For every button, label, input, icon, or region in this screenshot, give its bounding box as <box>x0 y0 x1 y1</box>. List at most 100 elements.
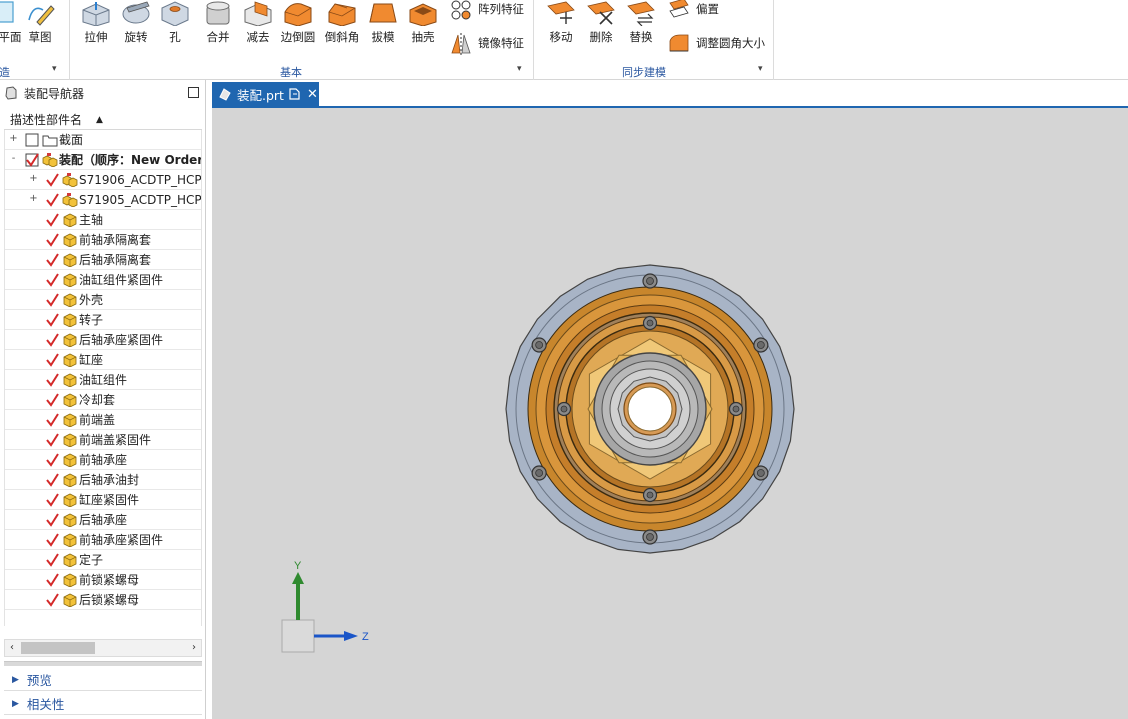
tree-node[interactable]: - 装配（顺序：New Order <box>5 150 201 170</box>
part-icon <box>63 593 77 607</box>
checkbox-checked-icon[interactable] <box>45 533 59 547</box>
checkbox-checked-icon[interactable] <box>45 253 59 267</box>
checkbox-checked-icon[interactable] <box>45 273 59 287</box>
chamfer-button[interactable]: 倒斜角 <box>322 0 362 62</box>
checkbox-checked-icon[interactable] <box>45 453 59 467</box>
horizontal-scrollbar[interactable]: ‹ › <box>4 639 202 657</box>
pattern-feature-button[interactable]: 阵列特征 <box>448 0 524 22</box>
checkbox-checked-icon[interactable] <box>25 153 39 167</box>
edge-blend-button[interactable]: 边倒圆 <box>278 0 318 62</box>
tree-node[interactable]: + S71906_ACDTP_HCP4I <box>5 170 201 190</box>
tree-node[interactable]: 定子 <box>5 550 201 570</box>
resize-blend-icon <box>669 34 689 52</box>
tree-node[interactable]: 前轴承隔离套 <box>5 230 201 250</box>
expand-node-icon[interactable]: + <box>29 174 38 184</box>
offset-button[interactable]: 偏置 <box>666 0 719 22</box>
checkbox-checked-icon[interactable] <box>45 593 59 607</box>
document-tab[interactable]: 装配.prt ✕ <box>212 82 319 106</box>
offset-label: 偏置 <box>696 2 719 16</box>
graphics-viewport[interactable]: Y Z <box>212 106 1128 719</box>
hole-button[interactable]: 孔 <box>155 0 195 62</box>
scrollbar-thumb[interactable] <box>21 642 95 654</box>
checkbox-checked-icon[interactable] <box>45 513 59 527</box>
triad-y-label: Y <box>294 560 302 572</box>
tree-node[interactable]: 后轴承座紧固件 <box>5 330 201 350</box>
part-icon <box>63 333 77 347</box>
checkbox-checked-icon[interactable] <box>45 353 59 367</box>
revolve-icon <box>122 1 150 24</box>
checkbox-checked-icon[interactable] <box>45 473 59 487</box>
tree-node-label: 前锁紧螺母 <box>79 573 140 587</box>
tree-node[interactable]: 主轴 <box>5 210 201 230</box>
tree-node[interactable]: 后轴承座 <box>5 510 201 530</box>
expand-node-icon[interactable]: + <box>29 194 38 204</box>
checkbox-unchecked-icon[interactable] <box>25 133 39 147</box>
section-dependencies[interactable]: ▶ 相关性 <box>4 693 202 715</box>
tree-node-label: S71906_ACDTP_HCP4I <box>79 172 202 187</box>
tree-node[interactable]: 前端盖 <box>5 410 201 430</box>
tree-node[interactable]: 后轴承油封 <box>5 470 201 490</box>
close-icon[interactable]: ✕ <box>307 87 318 102</box>
checkbox-checked-icon[interactable] <box>45 333 59 347</box>
expand-node-icon[interactable]: + <box>9 134 18 144</box>
scroll-left-icon[interactable]: ‹ <box>5 640 19 656</box>
chevron-down-icon[interactable]: ▾ <box>758 64 763 74</box>
column-header-description[interactable]: 描述性部件名 ▲ <box>4 110 202 130</box>
checkbox-checked-icon[interactable] <box>45 313 59 327</box>
subtract-icon <box>244 1 272 26</box>
checkbox-checked-icon[interactable] <box>45 233 59 247</box>
shell-icon <box>409 3 437 26</box>
checkbox-checked-icon[interactable] <box>45 393 59 407</box>
checkbox-checked-icon[interactable] <box>45 373 59 387</box>
chevron-down-icon[interactable]: ▾ <box>517 64 522 74</box>
mirror-feature-icon <box>451 33 471 55</box>
checkbox-checked-icon[interactable] <box>45 493 59 507</box>
ribbon-group-construct-title: 构造 <box>0 66 10 79</box>
sketch-button[interactable]: 草图 <box>20 0 60 62</box>
ribbon-group-basic: 拉伸 旋转 孔 合并 减去 边倒圆 倒斜角 拔模 抽壳 阵列特征 镜像特征 基本… <box>70 0 534 80</box>
scroll-right-icon[interactable]: › <box>187 640 201 656</box>
chevron-down-icon[interactable]: ▾ <box>52 64 57 74</box>
tree-node[interactable]: + 截面 <box>5 130 201 150</box>
checkbox-checked-icon[interactable] <box>45 193 59 207</box>
checkbox-checked-icon[interactable] <box>45 553 59 567</box>
tree-node[interactable]: 油缸组件紧固件 <box>5 270 201 290</box>
section-preview[interactable]: ▶ 预览 <box>4 669 202 691</box>
tree-node[interactable]: 缸座紧固件 <box>5 490 201 510</box>
folder-icon <box>42 135 58 147</box>
tree-node[interactable]: + S71905_ACDTP_HCP4I <box>5 190 201 210</box>
tree-node[interactable]: 油缸组件 <box>5 370 201 390</box>
part-icon <box>63 413 77 427</box>
panel-splitter[interactable] <box>4 661 202 666</box>
checkbox-checked-icon[interactable] <box>45 433 59 447</box>
checkbox-checked-icon[interactable] <box>45 213 59 227</box>
replace-button[interactable]: 替换 <box>621 0 661 62</box>
tree-node[interactable]: 转子 <box>5 310 201 330</box>
assembly-navigator-icon <box>5 86 17 100</box>
part-icon <box>63 353 77 367</box>
section-dependencies-label: 相关性 <box>26 697 65 712</box>
tree-node[interactable]: 缸座 <box>5 350 201 370</box>
tree-node[interactable]: 冷却套 <box>5 390 201 410</box>
tree-node-label: 前轴承座 <box>79 453 128 467</box>
tree-node[interactable]: 前轴承座 <box>5 450 201 470</box>
checkbox-checked-icon[interactable] <box>45 293 59 307</box>
tree-node[interactable]: 前锁紧螺母 <box>5 570 201 590</box>
checkbox-checked-icon[interactable] <box>45 573 59 587</box>
checkbox-checked-icon[interactable] <box>45 413 59 427</box>
part-icon <box>63 233 77 247</box>
tree-node-label: 冷却套 <box>79 393 116 407</box>
pin-document-icon[interactable] <box>289 88 300 100</box>
maximize-icon[interactable] <box>188 87 199 98</box>
collapse-node-icon[interactable]: - <box>9 154 18 164</box>
tree-node[interactable]: 外壳 <box>5 290 201 310</box>
checkbox-checked-icon[interactable] <box>45 173 59 187</box>
tree-node[interactable]: 后轴承隔离套 <box>5 250 201 270</box>
shell-button[interactable]: 抽壳 <box>403 0 443 62</box>
mirror-feature-button[interactable]: 镜像特征 <box>448 30 524 56</box>
tree-node[interactable]: 后锁紧螺母 <box>5 590 201 610</box>
tree-node[interactable]: 前轴承座紧固件 <box>5 530 201 550</box>
resize-blend-button[interactable]: 调整圆角大小 <box>666 30 765 56</box>
tree-node[interactable]: 前端盖紧固件 <box>5 430 201 450</box>
assembly-navigator: 装配导航器 描述性部件名 ▲ + 截面 - 装配（顺序：New Order + S7190… <box>0 80 206 719</box>
